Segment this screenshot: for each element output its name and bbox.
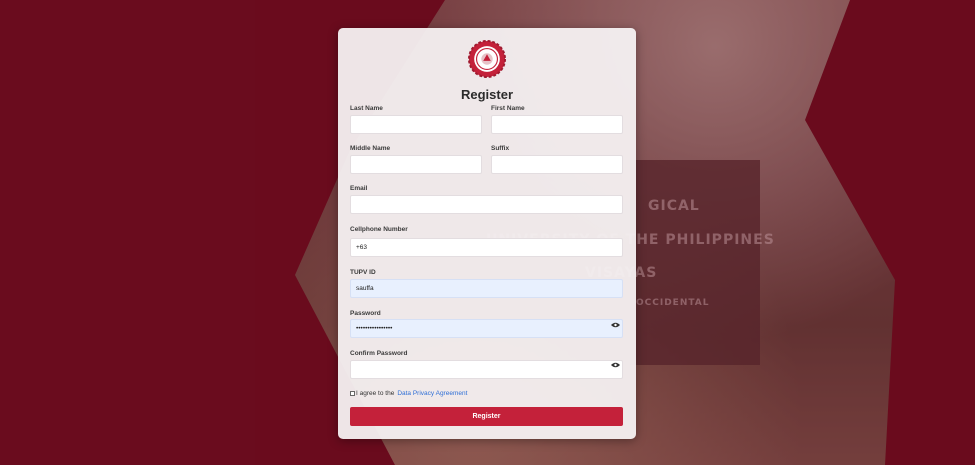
- page-title: Register: [460, 87, 514, 102]
- confirm-password-eye-icon[interactable]: [611, 362, 620, 368]
- register-card: Register Last Name First Name Middle Nam…: [338, 28, 636, 439]
- email-input[interactable]: [350, 195, 623, 214]
- agree-checkbox[interactable]: [350, 391, 355, 396]
- tupv-id-label: TUPV ID: [350, 269, 376, 276]
- suffix-label: Suffix: [491, 145, 510, 152]
- last-name-label: Last Name: [350, 105, 383, 112]
- background-sign: [630, 160, 760, 365]
- first-name-input[interactable]: [491, 115, 623, 134]
- register-button[interactable]: Register: [350, 407, 623, 426]
- tupv-id-input[interactable]: [350, 279, 623, 298]
- privacy-agreement-link[interactable]: Data Privacy Agreement: [397, 390, 467, 397]
- first-name-label: First Name: [491, 105, 525, 112]
- agree-text: I agree to the: [356, 390, 395, 397]
- sign-text-1: GICAL: [648, 198, 700, 214]
- sign-text-4: OCCIDENTAL: [636, 298, 710, 308]
- university-seal-icon: [468, 40, 506, 78]
- middle-name-input[interactable]: [350, 155, 482, 174]
- suffix-input[interactable]: [491, 155, 623, 174]
- last-name-input[interactable]: [350, 115, 482, 134]
- cellphone-input[interactable]: [350, 238, 623, 257]
- agreement-row: I agree to the Data Privacy Agreement: [350, 390, 467, 397]
- password-eye-icon[interactable]: [611, 322, 620, 328]
- password-input[interactable]: [350, 319, 623, 338]
- confirm-password-label: Confirm Password: [350, 350, 408, 357]
- password-label: Password: [350, 310, 381, 317]
- confirm-password-input[interactable]: [350, 360, 623, 379]
- middle-name-label: Middle Name: [350, 145, 391, 152]
- email-label: Email: [350, 185, 368, 192]
- cellphone-label: Cellphone Number: [350, 226, 408, 233]
